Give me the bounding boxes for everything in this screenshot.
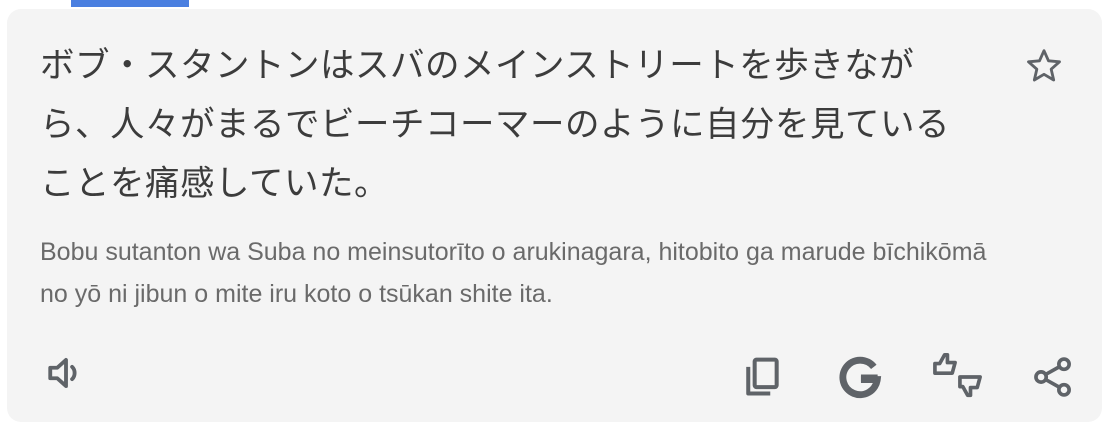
listen-button[interactable] bbox=[41, 348, 91, 398]
volume-icon bbox=[48, 357, 77, 389]
google-search-button[interactable] bbox=[833, 351, 887, 405]
copy-button[interactable] bbox=[736, 351, 788, 403]
share-button[interactable] bbox=[1027, 351, 1079, 403]
translation-result-card: ボブ・スタントンはスバのメインストリートを歩きながら、人々がまるでビーチコーマー… bbox=[7, 9, 1102, 422]
active-tab-indicator bbox=[71, 0, 189, 7]
thumbs-up-down-icon bbox=[933, 353, 982, 398]
star-outline-icon bbox=[1027, 49, 1061, 82]
copy-icon bbox=[746, 357, 779, 396]
rate-translation-button[interactable] bbox=[929, 350, 987, 404]
save-translation-button[interactable] bbox=[1021, 43, 1067, 89]
romanization-text: Bobu sutanton wa Suba no meinsutorīto o … bbox=[40, 238, 987, 308]
share-icon bbox=[1034, 357, 1071, 397]
google-g-icon bbox=[839, 356, 882, 399]
translation-text: ボブ・スタントンはスバのメインストリートを歩きながら、人々がまるでビーチコーマー… bbox=[40, 46, 950, 204]
